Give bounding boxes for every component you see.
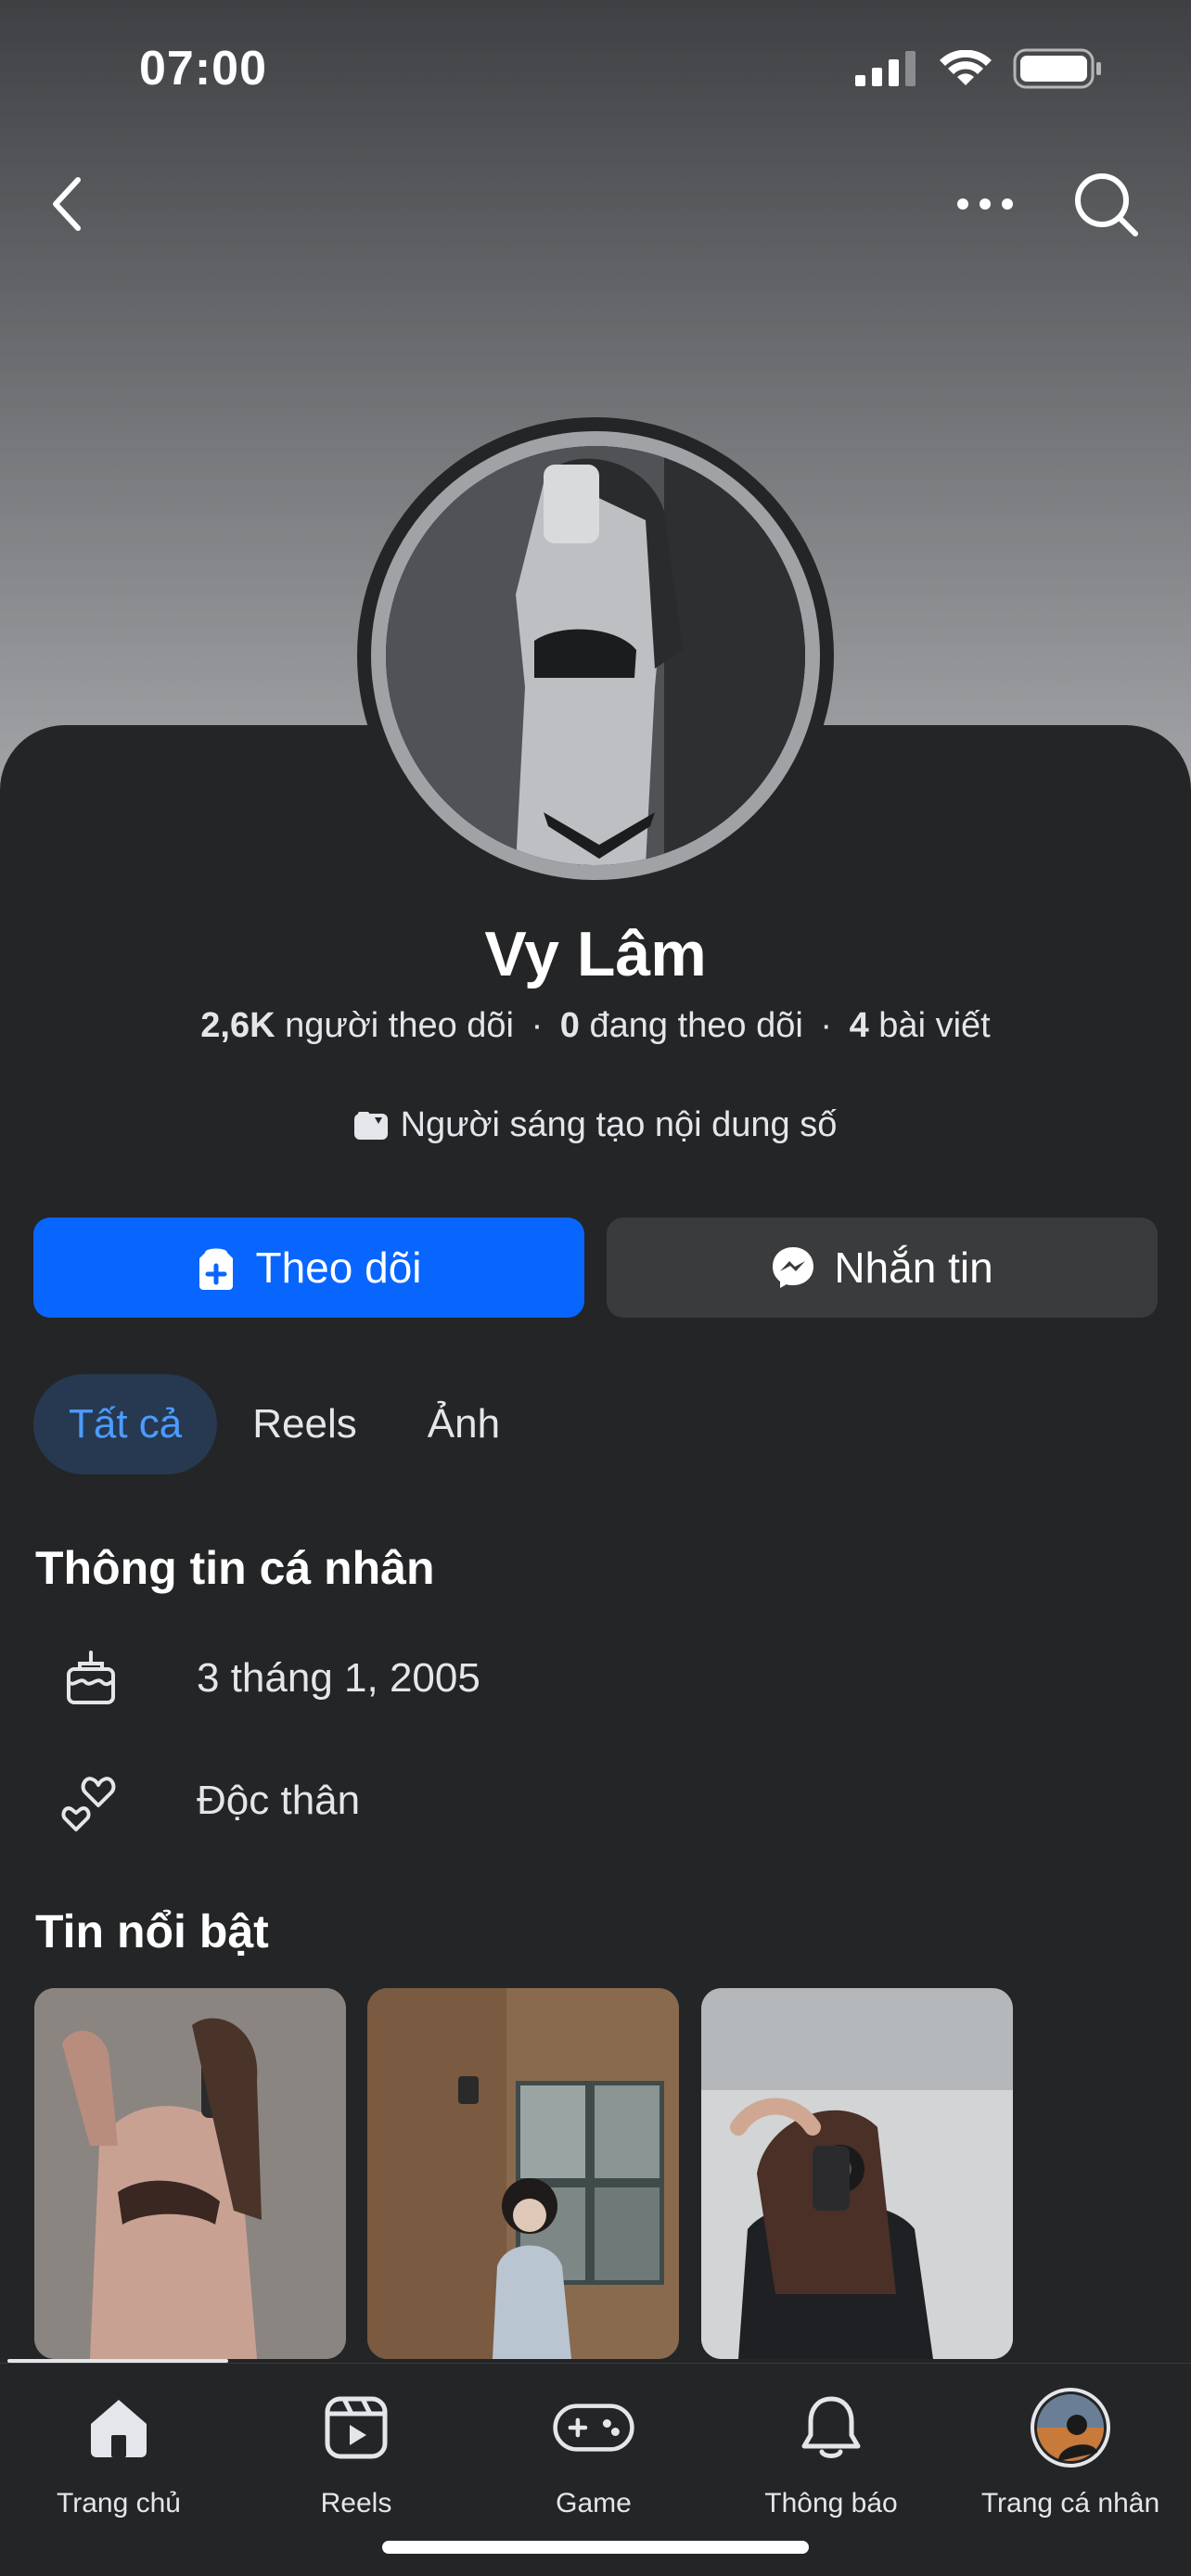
- home-icon: [91, 2400, 147, 2457]
- tab-photos[interactable]: Ảnh: [392, 1374, 535, 1474]
- nav-reels-label: Reels: [320, 2488, 392, 2519]
- hearts-icon: [61, 1777, 116, 1831]
- separator: ·: [531, 1006, 544, 1045]
- gamepad-icon: [553, 2404, 634, 2452]
- nav-notifications[interactable]: Thông báo: [712, 2386, 950, 2519]
- tab-all[interactable]: Tất cả: [33, 1374, 218, 1474]
- following-link[interactable]: 0 đang theo dõi: [560, 1006, 803, 1045]
- reels-icon: [325, 2396, 388, 2459]
- story-highlight[interactable]: [34, 1988, 346, 2359]
- tab-reels[interactable]: Reels: [217, 1374, 392, 1474]
- search-button[interactable]: [1069, 167, 1143, 241]
- profile-photo: [386, 446, 805, 865]
- nav-home[interactable]: Trang chủ: [0, 2386, 237, 2519]
- birthday-cake-icon: [67, 1651, 115, 1704]
- bell-icon: [801, 2396, 861, 2458]
- status-time: 07:00: [139, 42, 267, 96]
- following-label: đang theo dõi: [589, 1006, 803, 1045]
- add-friend-icon: [199, 1248, 234, 1290]
- wifi-icon: [940, 50, 992, 85]
- creator-icon: [353, 1111, 388, 1140]
- creator-badge: Người sáng tạo nội dung số: [0, 1105, 1191, 1145]
- creator-label: Người sáng tạo nội dung số: [400, 1105, 838, 1144]
- cellular-signal-icon: [855, 51, 916, 86]
- birthday-text: 3 tháng 1, 2005: [197, 1655, 480, 1701]
- profile-avatar-icon: [1031, 2388, 1110, 2468]
- profile-stats: 2,6K người theo dõi · 0 đang theo dõi · …: [0, 1006, 1191, 1046]
- follow-label: Theo dõi: [255, 1243, 422, 1292]
- more-options-button[interactable]: [948, 167, 1022, 241]
- story-highlight[interactable]: [367, 1988, 679, 2359]
- posts-count: 4: [849, 1006, 869, 1045]
- separator: ·: [820, 1006, 833, 1045]
- relationship-text: Độc thân: [197, 1778, 361, 1823]
- profile-avatar[interactable]: [357, 417, 834, 894]
- nav-profile-label: Trang cá nhân: [980, 2488, 1160, 2519]
- nav-profile[interactable]: Trang cá nhân: [952, 2386, 1189, 2519]
- status-icons: [855, 48, 1102, 89]
- nav-game-label: Game: [556, 2488, 632, 2519]
- relationship-row: Độc thân: [54, 1764, 360, 1838]
- chevron-left-icon: [53, 177, 81, 231]
- about-title: Thông tin cá nhân: [35, 1542, 435, 1594]
- profile-name: Vy Lâm: [484, 919, 707, 989]
- nav-notifications-label: Thông báo: [764, 2488, 898, 2519]
- nav-game[interactable]: Game: [475, 2386, 712, 2519]
- followers-count: 2,6K: [200, 1006, 275, 1045]
- search-icon: [1075, 173, 1138, 236]
- back-button[interactable]: [30, 167, 104, 241]
- home-indicator: [382, 2541, 809, 2554]
- posts-link[interactable]: 4 bài viết: [850, 1006, 991, 1045]
- more-dots-icon: [957, 198, 1013, 210]
- nav-reels[interactable]: Reels: [237, 2386, 475, 2519]
- message-button[interactable]: Nhắn tin: [607, 1218, 1158, 1318]
- posts-label: bài viết: [878, 1006, 991, 1045]
- battery-icon: [1013, 48, 1101, 89]
- message-label: Nhắn tin: [834, 1243, 993, 1292]
- follow-button[interactable]: Theo dõi: [33, 1218, 584, 1318]
- status-bar: 07:00: [0, 0, 1191, 139]
- followers-link[interactable]: 2,6K người theo dõi: [200, 1006, 514, 1045]
- highlights-title: Tin nổi bật: [35, 1906, 269, 1958]
- birthday-row: 3 tháng 1, 2005: [54, 1641, 480, 1715]
- following-count: 0: [559, 1006, 580, 1045]
- messenger-icon: [773, 1247, 814, 1288]
- nav-home-label: Trang chủ: [57, 2488, 181, 2519]
- profile-tabs: Tất cả Reels Ảnh: [33, 1374, 535, 1474]
- followers-label: người theo dõi: [285, 1006, 514, 1045]
- story-highlight[interactable]: [701, 1988, 1013, 2359]
